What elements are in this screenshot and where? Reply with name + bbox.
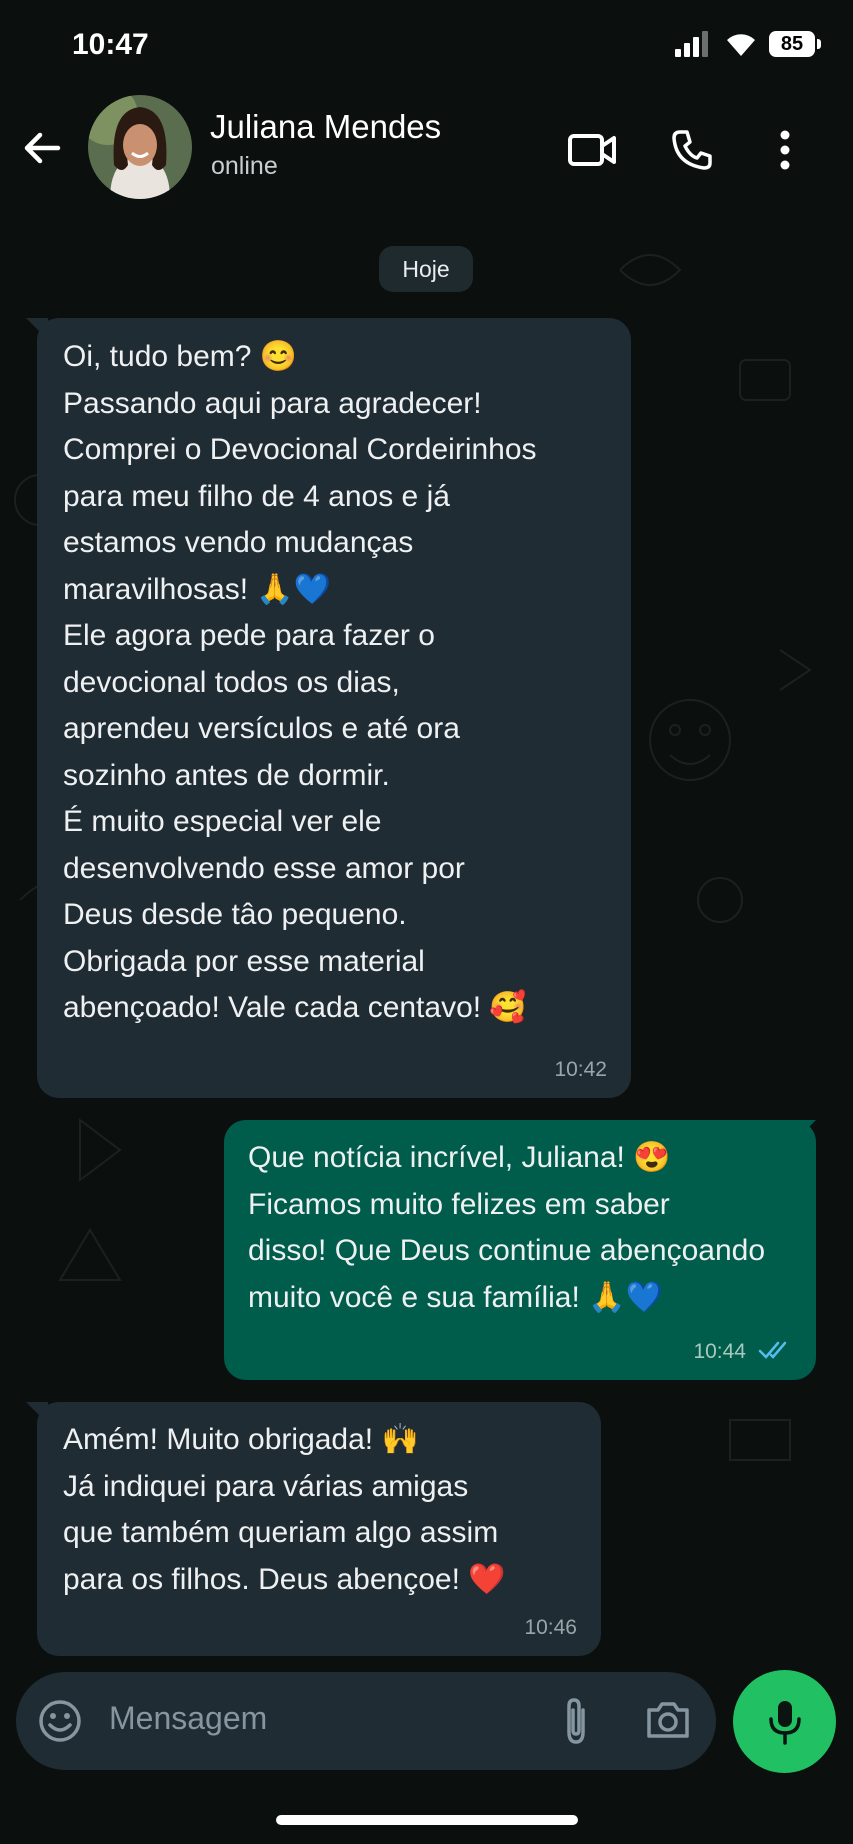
status-icons: 85 xyxy=(673,30,821,58)
message-time: 10:44 xyxy=(693,1340,746,1363)
battery-indicator: 85 xyxy=(769,31,821,57)
message-text: Amém! Muito obrigada! 🙌 Já indiquei para… xyxy=(63,1423,506,1596)
chat-header: Juliana Mendes online xyxy=(0,90,853,208)
status-bar: 10:47 85 xyxy=(0,0,853,90)
back-arrow-icon[interactable] xyxy=(20,126,64,170)
message-text: Que notícia incrível, Juliana! 😍 Ficamos… xyxy=(248,1141,766,1314)
contact-name[interactable]: Juliana Mendes xyxy=(210,108,441,146)
wifi-icon xyxy=(727,34,755,56)
double-check-icon xyxy=(758,1341,787,1359)
video-call-icon xyxy=(568,134,616,166)
message-time: 10:46 xyxy=(524,1616,577,1639)
message-outgoing[interactable]: Que notícia incrível, Juliana! 😍 Ficamos… xyxy=(224,1120,816,1380)
more-vert-icon xyxy=(780,130,790,170)
message-text: Oi, tudo bem? 😊 Passando aqui para agrad… xyxy=(63,340,537,1024)
mic-icon xyxy=(768,1700,801,1745)
more-options-button[interactable] xyxy=(761,126,809,174)
avatar[interactable] xyxy=(88,95,192,199)
status-time: 10:47 xyxy=(72,28,149,61)
attach-icon[interactable] xyxy=(561,1696,591,1746)
home-indicator[interactable] xyxy=(276,1815,578,1825)
message-input[interactable]: Mensagem xyxy=(109,1700,267,1737)
message-incoming[interactable]: Oi, tudo bem? 😊 Passando aqui para agrad… xyxy=(37,318,631,1098)
phone-icon xyxy=(672,130,712,170)
emoji-icon[interactable] xyxy=(38,1699,82,1743)
message-time: 10:42 xyxy=(554,1058,607,1081)
voice-message-button[interactable] xyxy=(733,1670,836,1773)
message-incoming[interactable]: Amém! Muito obrigada! 🙌 Já indiquei para… xyxy=(37,1402,601,1656)
contact-status: online xyxy=(211,152,278,180)
camera-icon[interactable] xyxy=(645,1700,691,1740)
message-composer[interactable]: Mensagem xyxy=(16,1672,716,1770)
date-divider: Hoje xyxy=(379,246,473,292)
video-call-button[interactable] xyxy=(568,126,616,174)
signal-icon xyxy=(675,31,708,57)
voice-call-button[interactable] xyxy=(668,126,716,174)
